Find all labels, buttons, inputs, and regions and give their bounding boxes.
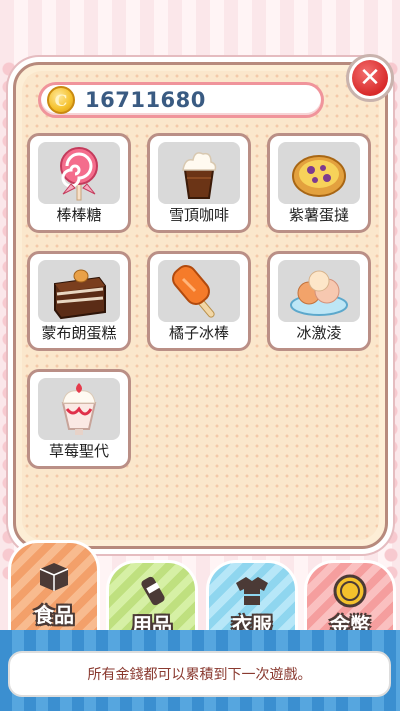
coin-icon: C bbox=[47, 86, 75, 114]
lollipop-icon bbox=[60, 147, 98, 201]
close-glyph: ✕ bbox=[359, 63, 381, 93]
food-box-icon bbox=[39, 563, 69, 591]
item-label: 橘子冰棒 bbox=[168, 324, 229, 342]
shop-item-orange-popsicle[interactable]: 橘子冰棒 bbox=[147, 251, 251, 351]
item-label: 蒙布朗蛋糕 bbox=[41, 324, 117, 342]
item-thumbnail bbox=[38, 142, 120, 204]
coin-balance-value: 16711680 bbox=[85, 88, 206, 112]
item-label: 棒棒糖 bbox=[56, 206, 102, 224]
item-thumbnail bbox=[158, 260, 240, 322]
item-thumbnail bbox=[278, 260, 360, 322]
shop-item-egg-tart[interactable]: 紫薯蛋撻 bbox=[267, 133, 371, 233]
supplies-icon bbox=[141, 576, 165, 606]
close-icon: ✕ bbox=[352, 60, 388, 96]
coin-icon bbox=[333, 574, 367, 608]
orange-popsicle-icon bbox=[172, 265, 215, 318]
egg-tart-icon bbox=[292, 155, 346, 197]
item-label: 冰激淩 bbox=[296, 324, 342, 342]
coin-glyph: C bbox=[54, 90, 68, 110]
item-label: 草莓聖代 bbox=[48, 442, 109, 460]
strawberry-sundae-icon bbox=[61, 383, 97, 435]
coffee-float-icon bbox=[182, 152, 217, 199]
item-thumbnail bbox=[38, 260, 120, 322]
item-thumbnail bbox=[38, 378, 120, 440]
mont-blanc-cake-icon bbox=[54, 269, 106, 320]
item-thumbnail bbox=[278, 142, 360, 204]
item-label: 雪頂咖啡 bbox=[168, 206, 229, 224]
shop-item-lollipop[interactable]: 棒棒糖 bbox=[27, 133, 131, 233]
shirt-icon bbox=[236, 577, 268, 605]
shop-item-strawberry-sundae[interactable]: 草莓聖代 bbox=[27, 369, 131, 469]
shop-item-ice-cream[interactable]: 冰激淩 bbox=[267, 251, 371, 351]
coin-balance-bar: C 16711680 bbox=[38, 82, 324, 118]
ice-cream-icon bbox=[290, 270, 348, 316]
tab-label: 食品 bbox=[34, 603, 74, 627]
footer-message: 所有金錢都可以累積到下一次遊戲。 bbox=[8, 651, 391, 697]
item-label: 紫薯蛋撻 bbox=[288, 206, 349, 224]
item-thumbnail bbox=[158, 142, 240, 204]
close-button[interactable]: ✕ bbox=[346, 54, 394, 102]
shop-item-mont-blanc-cake[interactable]: 蒙布朗蛋糕 bbox=[27, 251, 131, 351]
shop-item-coffee-float[interactable]: 雪頂咖啡 bbox=[147, 133, 251, 233]
